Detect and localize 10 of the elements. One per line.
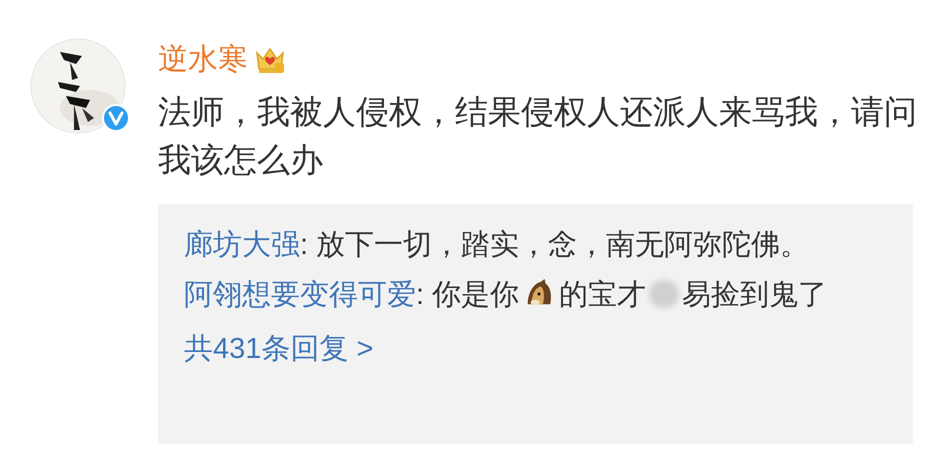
- reply-text: 的宝才: [559, 279, 646, 311]
- blurred-mark: [649, 280, 680, 308]
- reply-text: 易捡到鬼了: [682, 279, 828, 311]
- post-text: 法师，我被人侵权，结果侵权人还派人来骂我，请问我该怎么办: [158, 92, 918, 180]
- reply-text: : 你是你: [416, 279, 520, 311]
- more-replies-link[interactable]: 共431条回复 >: [184, 324, 913, 374]
- reply-text: : 放下一切，踏实，念，南无阿弥陀佛。: [300, 229, 810, 261]
- reply-username[interactable]: 廊坊大强: [184, 229, 300, 261]
- reply-username[interactable]: 阿翎想要变得可爱: [184, 279, 416, 311]
- username[interactable]: 逆水寒: [158, 45, 248, 75]
